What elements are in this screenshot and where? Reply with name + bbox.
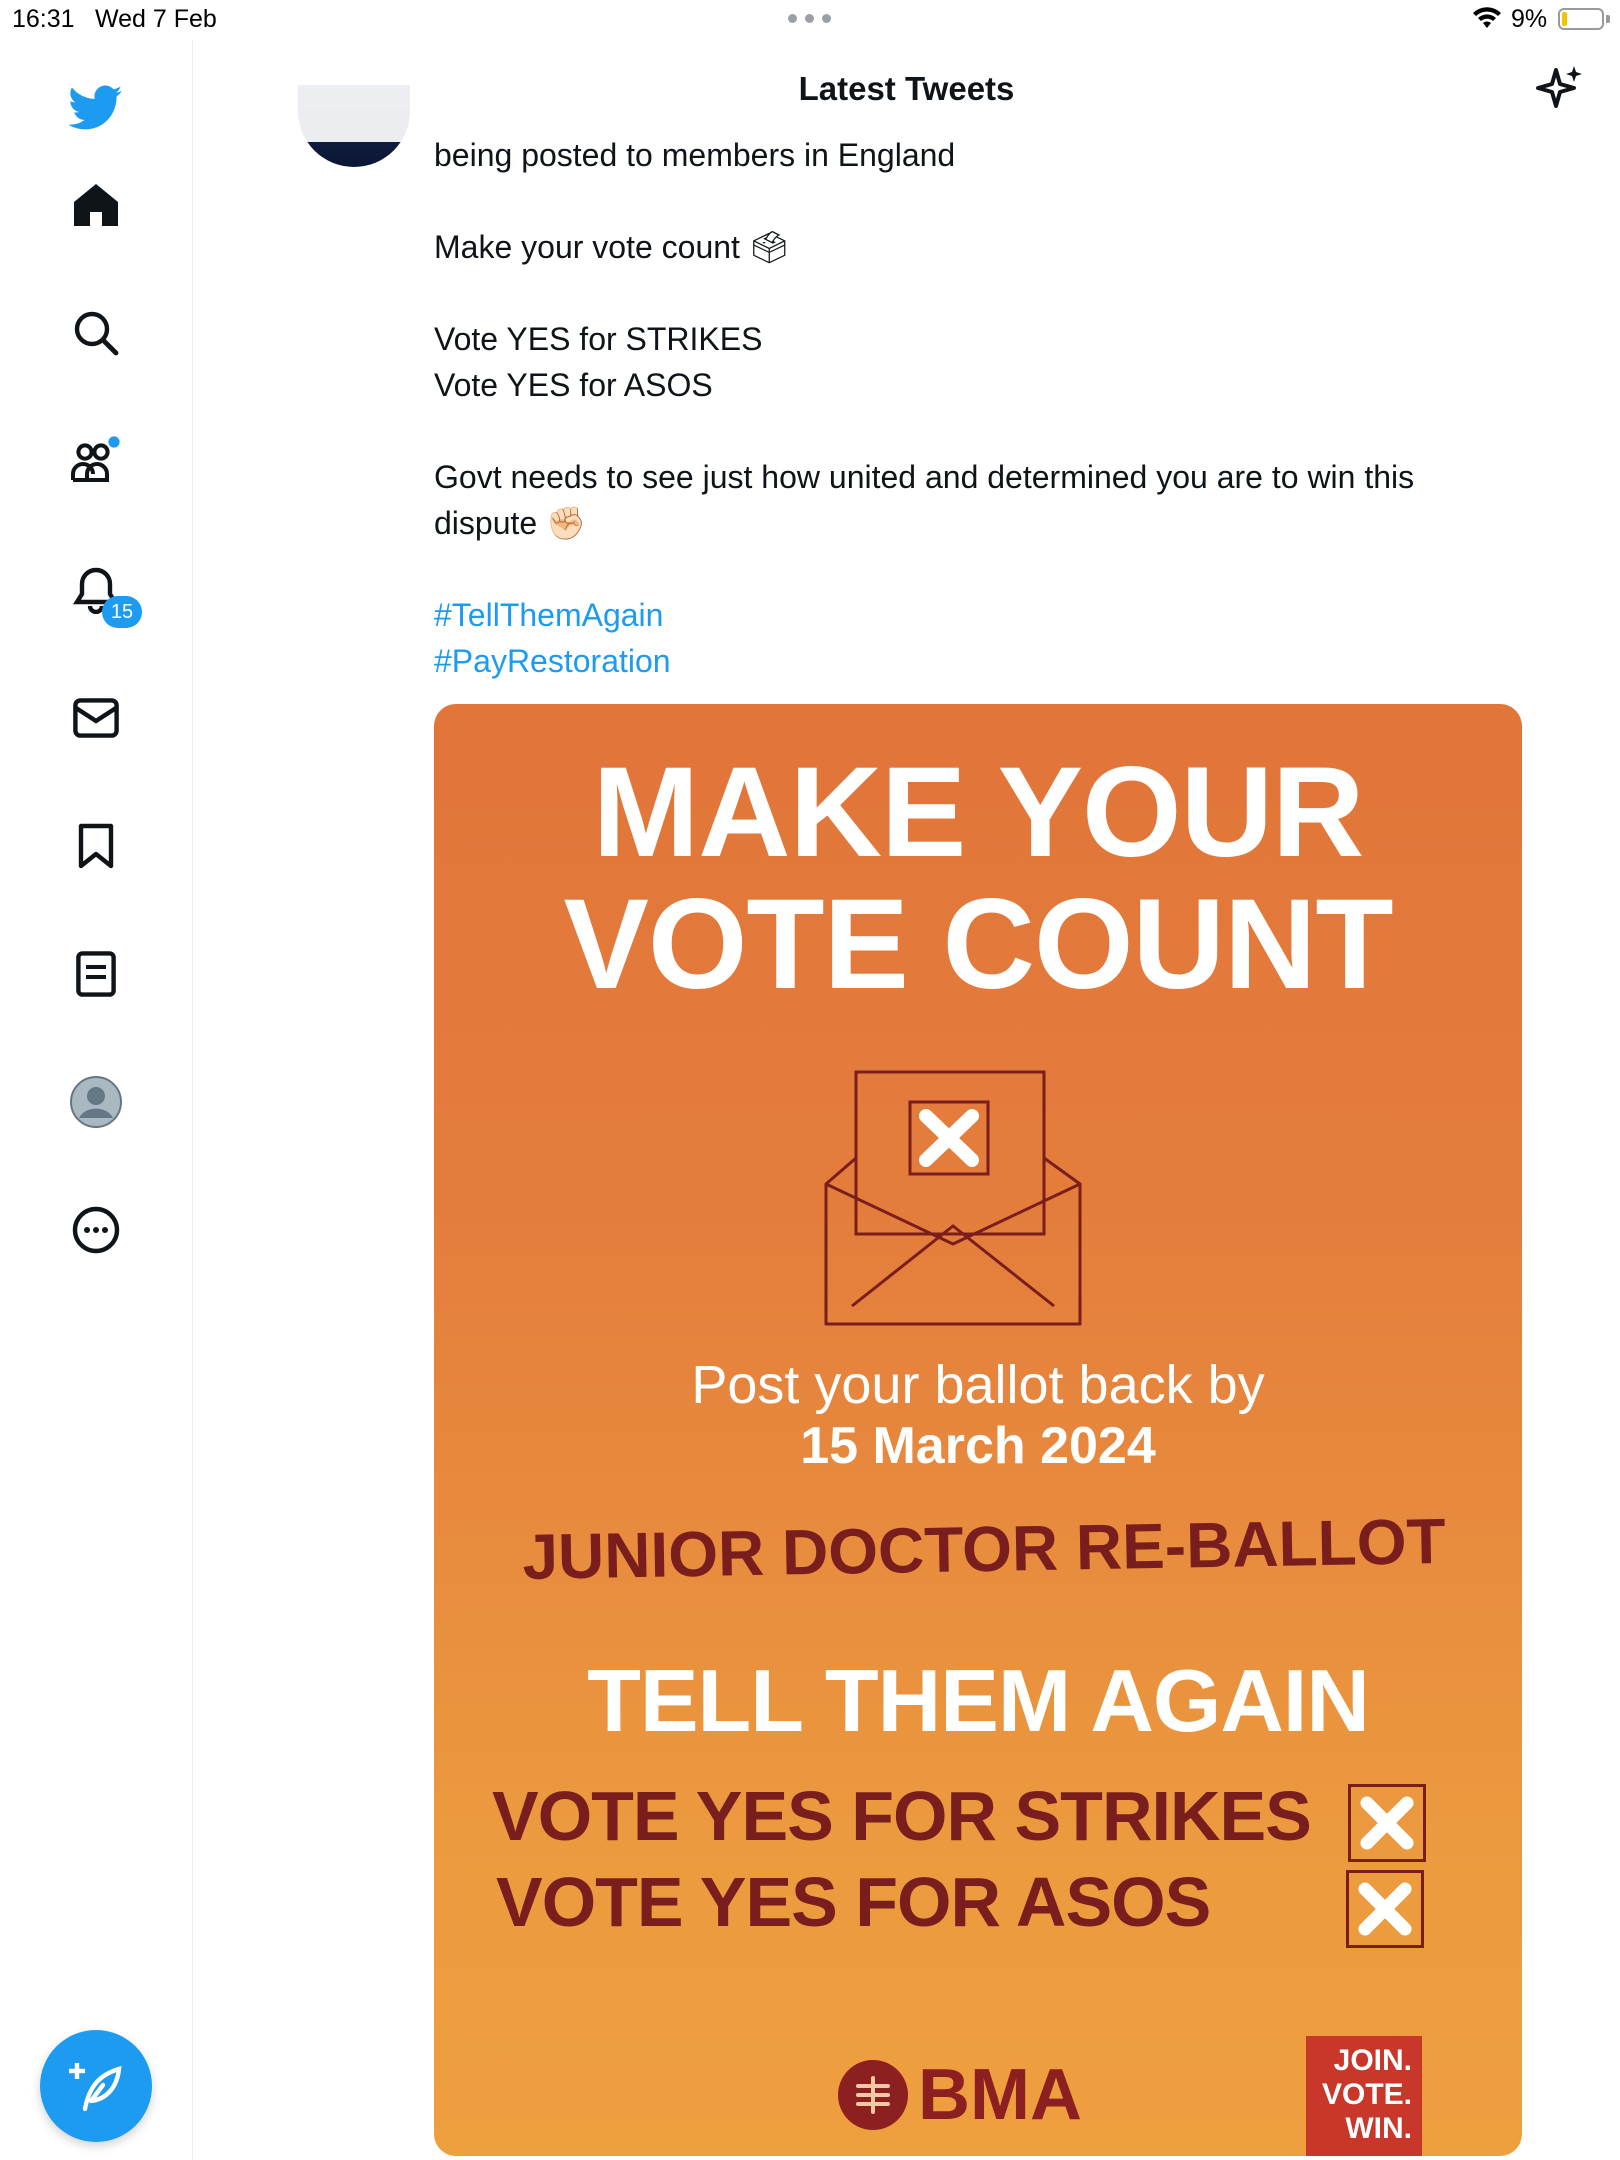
search-icon[interactable]: [68, 305, 124, 361]
profile-avatar-icon[interactable]: [68, 1074, 124, 1130]
messages-icon[interactable]: [68, 690, 124, 746]
join-vote-win-badge: JOIN. VOTE. WIN.: [1306, 2036, 1422, 2156]
status-time: 16:31: [12, 5, 75, 33]
status-bar: 16:31 Wed 7 Feb 9%: [0, 0, 1620, 40]
twitter-logo-icon[interactable]: [68, 80, 124, 136]
bookmarks-icon[interactable]: [68, 818, 124, 874]
feather-plus-icon: [69, 2063, 122, 2112]
badge-line: VOTE.: [1321, 2078, 1412, 2111]
battery-cap: [1606, 15, 1610, 23]
hashtag-link[interactable]: #TellThemAgain: [434, 592, 1534, 638]
wifi-icon: [1473, 7, 1501, 28]
tweet-line: Govt needs to see just how united and de…: [434, 459, 1415, 495]
battery-icon: [1558, 8, 1604, 30]
bma-logo: BMA: [838, 2054, 1082, 2136]
bma-text: BMA: [918, 2055, 1082, 2135]
poster-subtitle: JUNIOR DOCTOR RE-BALLOT: [521, 1504, 1447, 1594]
poster-title-line: VOTE COUNT: [563, 873, 1393, 1016]
ballot-cross-icon: [1346, 1870, 1424, 1948]
tweet-text: being posted to members in England Make …: [434, 132, 1534, 684]
poster-date: 15 March 2024: [800, 1417, 1156, 1475]
status-date: Wed 7 Feb: [95, 5, 217, 33]
home-icon[interactable]: [68, 177, 124, 233]
tweet-line: Make your vote count 🗳: [434, 229, 790, 265]
ballot-envelope-icon: [824, 1070, 1082, 1326]
more-icon[interactable]: [68, 1202, 124, 1258]
hashtag-link[interactable]: #PayRestoration: [434, 638, 1534, 684]
poster-title-line: MAKE YOUR: [592, 741, 1365, 884]
sidebar-nav: 15: [0, 40, 193, 2160]
badge-line: WIN.: [1345, 2112, 1412, 2145]
communities-icon[interactable]: [68, 433, 124, 489]
badge-line: JOIN.: [1333, 2044, 1412, 2077]
battery-percent: 9%: [1511, 5, 1548, 33]
poster-post-text: Post your ballot back by: [691, 1355, 1265, 1415]
tweet-line: Vote YES for STRIKES: [434, 321, 763, 357]
tweet-media-image[interactable]: MAKE YOUR VOTE COUNT Post your ballot ba…: [434, 704, 1522, 2156]
poster-vote-line: VOTE YES FOR ASOS: [496, 1863, 1211, 1941]
poster-vote-line: VOTE YES FOR STRIKES: [492, 1777, 1312, 1855]
bma-emblem-icon: [838, 2060, 908, 2130]
lists-icon[interactable]: [68, 946, 124, 1002]
timeline-header: Latest Tweets: [193, 40, 1620, 142]
compose-tweet-button[interactable]: [40, 2030, 152, 2142]
multitasking-dots-icon[interactable]: [788, 10, 836, 24]
notifications-badge: 15: [102, 596, 142, 628]
tweet-line: Vote YES for ASOS: [434, 367, 713, 403]
page-title: Latest Tweets: [798, 70, 1015, 107]
sparkle-icon[interactable]: [1536, 64, 1584, 112]
ballot-cross-icon: [1348, 1784, 1426, 1862]
tweet-line: dispute ✊🏻: [434, 505, 586, 541]
poster-slogan: TELL THEM AGAIN: [587, 1651, 1370, 1750]
